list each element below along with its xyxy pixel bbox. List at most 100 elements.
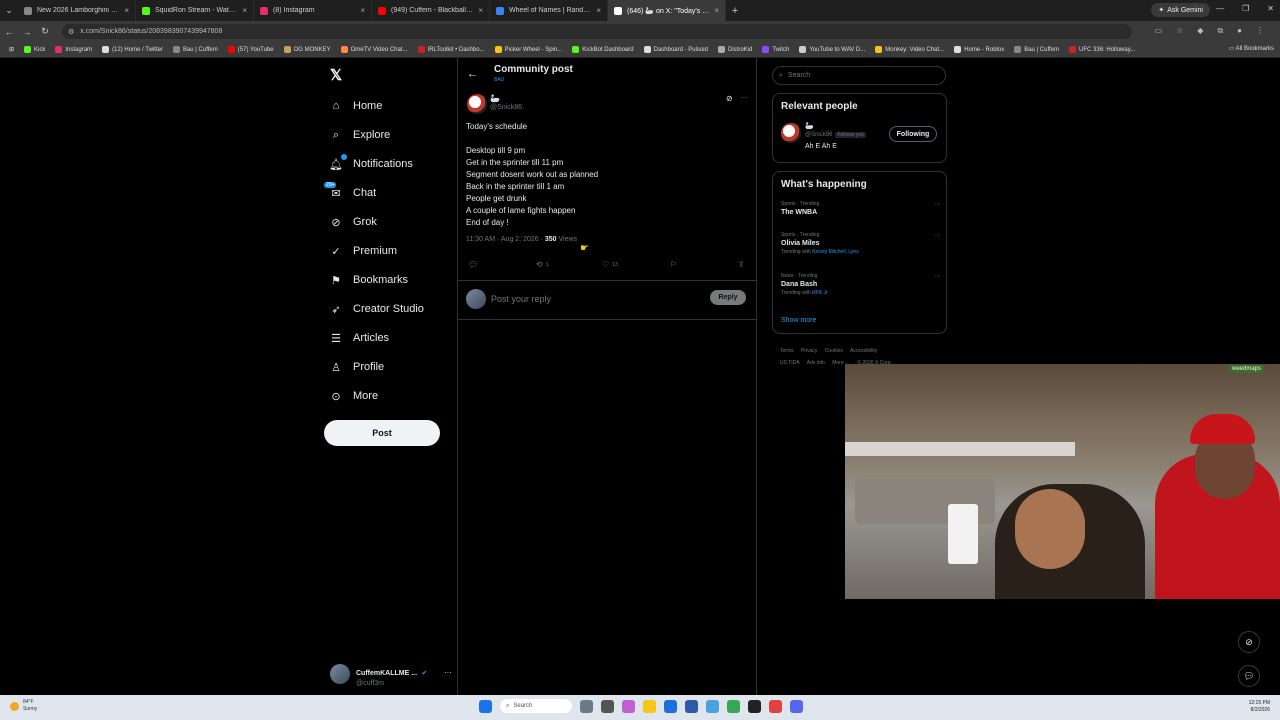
footer-link[interactable]: Terms	[780, 348, 794, 354]
trend-item[interactable]: News · Trending Dana Bash Trending with …	[781, 273, 941, 296]
close-window-icon[interactable]: ✕	[1267, 4, 1274, 13]
nav-premium[interactable]: ✓ Premium	[330, 242, 397, 260]
profile-icon[interactable]: ●	[1237, 26, 1242, 36]
system-clock[interactable]: 12:15 PM 8/2/2026	[1249, 700, 1270, 714]
nav-home[interactable]: ⌂ Home	[330, 97, 383, 115]
bookmark-item[interactable]: DistroKid	[713, 46, 757, 53]
address-bar[interactable]: ⚙ x.com/Snick86/status/20839839074399478…	[62, 24, 1132, 39]
nav-bookmarks[interactable]: ⚑ Bookmarks	[330, 271, 408, 289]
bookmark-item[interactable]: Monkey: Video Chat...	[870, 46, 949, 53]
cast-icon[interactable]: ▭	[1155, 26, 1163, 36]
ask-gemini-button[interactable]: ✦ Ask Gemini	[1151, 3, 1210, 17]
show-more-link[interactable]: Show more	[781, 317, 816, 324]
footer-link[interactable]: Cookies	[825, 348, 843, 354]
trend-with-link[interactable]: Kelsey Mitchell, Lynx	[812, 249, 859, 255]
messages-fab-icon[interactable]: 💬︎	[1238, 665, 1260, 687]
nav-more[interactable]: ⊙ More	[330, 387, 378, 405]
browser-tab[interactable]: New 2026 Lamborghini Urus S... ×	[18, 0, 136, 21]
nav-chat[interactable]: ✉ 20+ Chat	[324, 182, 376, 202]
extensions-puzzle-icon[interactable]: ⧉	[1217, 26, 1223, 36]
tab-close-icon[interactable]: ×	[478, 6, 483, 15]
relevant-person-avatar[interactable]	[781, 123, 801, 143]
trend-more-icon[interactable]: ···	[934, 201, 941, 208]
edge-icon[interactable]	[664, 699, 677, 713]
author-avatar[interactable]	[467, 94, 487, 114]
grok-fab-icon[interactable]: ⊘	[1238, 631, 1260, 653]
tab-close-icon[interactable]: ×	[360, 6, 365, 15]
site-info-icon[interactable]: ⚙	[68, 28, 74, 36]
back-icon[interactable]: ←	[0, 27, 18, 37]
nav-grok[interactable]: ⊘ Grok	[330, 213, 376, 231]
nav-explore[interactable]: ⌕ Explore	[330, 126, 390, 144]
bookmark-item[interactable]: YouTube to WAV D...	[794, 46, 870, 53]
obs-icon[interactable]	[748, 699, 761, 713]
bookmark-item[interactable]: OG MONKEY	[279, 46, 336, 53]
discord-icon[interactable]	[790, 699, 803, 713]
star-icon[interactable]: ☆	[1176, 26, 1183, 36]
browser-tab[interactable]: (949) Cuffem - Blackballed (St... ×	[372, 0, 490, 21]
browser-tab[interactable]: (8) Instagram ×	[254, 0, 372, 21]
footer-link[interactable]: Privacy	[801, 348, 817, 354]
minimize-icon[interactable]: —	[1216, 4, 1224, 13]
start-icon[interactable]	[479, 699, 492, 713]
file-explorer-icon[interactable]	[643, 699, 656, 713]
like-button[interactable]: ♡ 13	[602, 260, 618, 269]
widgets-icon[interactable]	[601, 699, 614, 713]
bookmark-item[interactable]: OmeTV Video Chat...	[336, 46, 413, 53]
bookmark-icon[interactable]: ⚐	[670, 260, 677, 269]
trend-more-icon[interactable]: ···	[934, 232, 941, 239]
reload-icon[interactable]: ↻	[36, 26, 54, 37]
nav-creator-studio[interactable]: ➶ Creator Studio	[330, 300, 424, 318]
task-view-icon[interactable]	[580, 699, 593, 713]
bookmark-item[interactable]: (12) Home / Twitter	[97, 46, 168, 53]
trend-with-link[interactable]: RFK Jr	[812, 290, 828, 296]
forward-icon[interactable]: →	[18, 27, 36, 37]
nav-articles[interactable]: ☰ Articles	[330, 329, 389, 347]
reply-icon[interactable]: 💬︎	[468, 260, 478, 269]
bookmark-item[interactable]: Kick	[19, 46, 50, 53]
tab-close-icon[interactable]: ×	[596, 6, 601, 15]
post-timestamp[interactable]: 11:30 AM · Aug 2, 2026 ·	[466, 236, 545, 243]
back-arrow-icon[interactable]: ←	[467, 68, 478, 80]
trend-item[interactable]: Sports · Trending The WNBA ···	[781, 201, 941, 216]
browser-tab[interactable]: Wheel of Names | Random nam... ×	[490, 0, 608, 21]
community-name[interactable]: BAU	[494, 77, 504, 83]
taskbar-search[interactable]: ⌕ Search	[500, 699, 572, 713]
copilot-icon[interactable]	[622, 699, 635, 713]
grok-icon[interactable]: ⊘	[726, 94, 733, 103]
maximize-icon[interactable]: ❐	[1242, 4, 1249, 13]
search-input[interactable]: ⌕ Search	[772, 66, 946, 85]
relevant-person-name[interactable]: 🦢	[805, 122, 814, 130]
author-name[interactable]: 🦢	[490, 94, 500, 103]
bookmark-item[interactable]: Twitch	[757, 46, 794, 53]
post-button[interactable]: Post	[324, 420, 440, 446]
account-switcher[interactable]: CuffemKALLME ... ✔ @cuff3m ···	[330, 662, 452, 687]
tab-close-icon[interactable]: ×	[714, 6, 719, 15]
tab-list-button[interactable]: ⌄	[0, 5, 18, 16]
nav-notifications[interactable]: 🔔︎ Notifications	[329, 154, 413, 173]
post-more-icon[interactable]: ···	[740, 93, 748, 102]
x-logo-icon[interactable]: 𝕏	[330, 66, 342, 84]
bookmark-item[interactable]: Bau | Cuffem	[168, 46, 223, 53]
tab-close-icon[interactable]: ×	[242, 6, 247, 15]
bookmark-item[interactable]: Instagram	[50, 46, 97, 53]
new-tab-button[interactable]: +	[726, 5, 744, 17]
bookmark-item[interactable]: Dashboard - Pulsoid	[639, 46, 713, 53]
reply-button[interactable]: Reply	[710, 290, 746, 305]
more-dots-icon[interactable]: ···	[444, 668, 452, 677]
app-icon[interactable]	[769, 699, 782, 713]
bookmark-item[interactable]: Picker Wheel - Spin...	[490, 46, 568, 53]
trend-item[interactable]: Sports · Trending Olivia Miles Trending …	[781, 232, 941, 255]
mail-icon[interactable]	[706, 699, 719, 713]
reply-input[interactable]: Post your reply	[491, 294, 551, 304]
tab-close-icon[interactable]: ×	[124, 6, 129, 15]
bookmark-item[interactable]: Bau | Cuffem	[1009, 46, 1064, 53]
menu-icon[interactable]: ⋮	[1256, 26, 1264, 36]
weather-widget[interactable]: 84°F Sunny	[10, 699, 37, 713]
share-icon[interactable]: ⇪	[738, 260, 745, 269]
bookmark-item[interactable]: UFC 336: Holloway...	[1064, 46, 1140, 53]
footer-link[interactable]: Accessibility	[850, 348, 877, 354]
bookmark-item[interactable]: IRLToolkit • Dashbo...	[413, 46, 490, 53]
browser-tab-active[interactable]: (646) 🦢 on X: "Today's schedu... ×	[608, 0, 726, 21]
footer-link[interactable]: Ads info	[807, 360, 825, 366]
